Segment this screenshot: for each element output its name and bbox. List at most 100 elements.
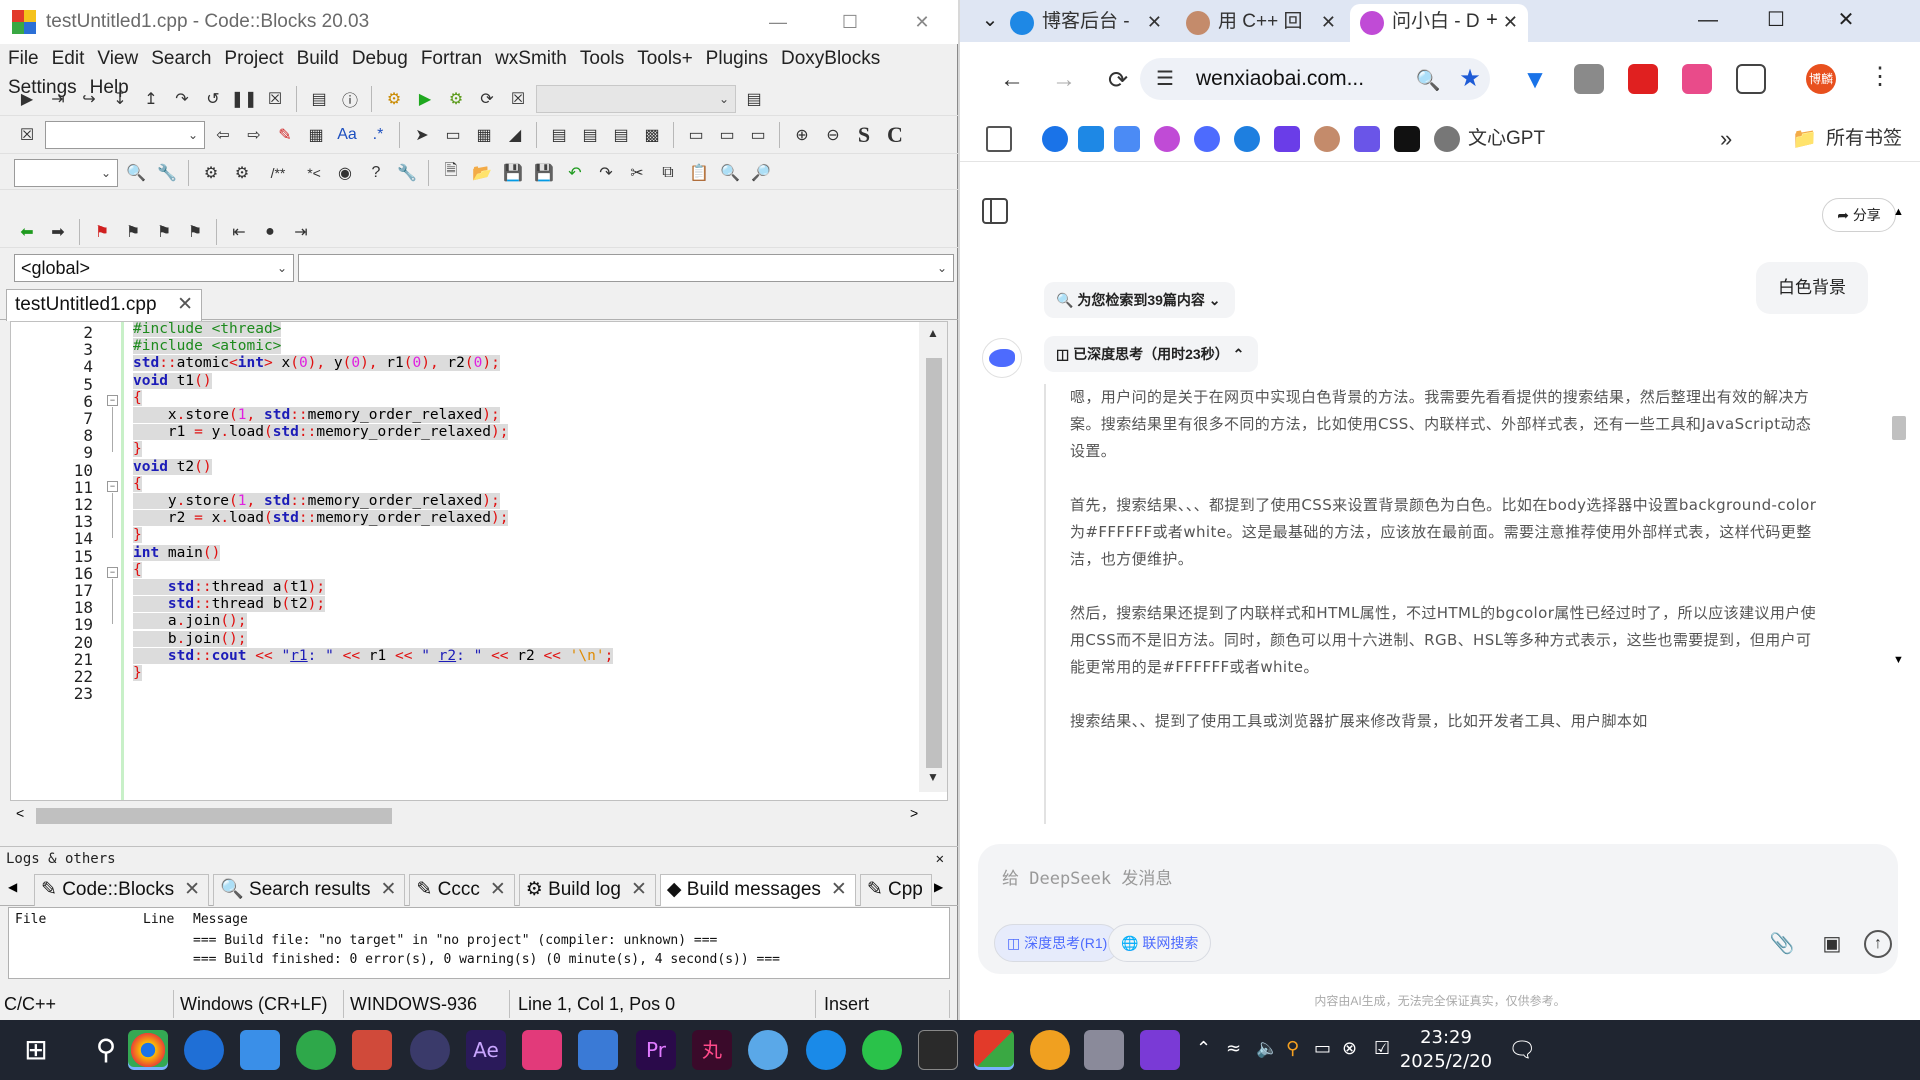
extension-grid-icon[interactable]: [1574, 64, 1604, 94]
extension-youtube-icon[interactable]: [1628, 64, 1658, 94]
code-line[interactable]: std::atomic<int> x(0), y(0), r1(0), r2(0…: [133, 355, 500, 372]
menu-file[interactable]: File: [8, 44, 39, 73]
step-into-icon[interactable]: ↧: [107, 86, 133, 112]
deep-think-pill[interactable]: ◫ 已深度思考（用时23秒） ⌃: [1044, 336, 1259, 372]
comment-line-icon[interactable]: *<: [301, 160, 327, 186]
profile-avatar[interactable]: 博麟: [1806, 64, 1836, 94]
editor-vertical-scrollbar[interactable]: ▲ ▼: [919, 322, 947, 792]
minimize-button[interactable]: —: [742, 0, 814, 44]
scroll-thumb[interactable]: [926, 358, 942, 768]
jump-forward-icon[interactable]: ➡: [45, 219, 71, 245]
stop-debug-icon[interactable]: ☒: [262, 86, 288, 112]
undo-icon[interactable]: ↶: [562, 160, 588, 186]
chat-scroll-down-icon[interactable]: ▼: [1893, 654, 1904, 666]
paste-icon[interactable]: 📋: [686, 160, 712, 186]
open-folder-icon[interactable]: 📂: [469, 160, 495, 186]
extension-camera-icon[interactable]: [1682, 64, 1712, 94]
run-to-cursor-icon[interactable]: ⇥: [45, 86, 71, 112]
bookmark-d-icon[interactable]: [1274, 126, 1300, 152]
bookmark-toggle-icon[interactable]: ⚑: [89, 219, 115, 245]
code-line[interactable]: std::thread b(t2);: [133, 596, 326, 613]
code-line[interactable]: void t1(): [133, 372, 212, 390]
code-line[interactable]: #include <atomic>: [133, 338, 282, 355]
code-line[interactable]: int main(): [133, 544, 221, 562]
code-area[interactable]: #include <thread> #include <atomic> std::a…: [125, 322, 911, 800]
intellij-icon[interactable]: [522, 1030, 562, 1070]
pause-icon[interactable]: ❚❚: [231, 86, 258, 112]
bookmark-translate-icon[interactable]: [1078, 126, 1104, 152]
code-line[interactable]: #include <thread>: [133, 322, 282, 338]
scroll-left-icon[interactable]: <: [16, 805, 24, 821]
shape-3-icon[interactable]: ▭: [745, 122, 771, 148]
code-line[interactable]: x.store(1, std::memory_order_relaxed);: [133, 407, 500, 424]
forward-icon[interactable]: →: [1046, 66, 1082, 94]
hscroll-thumb[interactable]: [36, 808, 392, 824]
bookmark-avatar-icon[interactable]: [1314, 126, 1340, 152]
logs-tab-scroll-left-icon[interactable]: ◀: [8, 880, 17, 894]
menu-debug[interactable]: Debug: [352, 44, 408, 73]
code-editor[interactable]: 2 3 4 5 6 7 8 9 10 11 12 13 14 15 16 17 18 19 20 21 22 23− − − …: [10, 321, 948, 801]
code-line[interactable]: r2 = x.load(std::memory_order_relaxed);: [133, 510, 509, 527]
build-gear-icon[interactable]: ⚙: [381, 86, 407, 112]
log-tab-build-messages[interactable]: ◆ Build messages ✕: [659, 874, 856, 906]
app-orange-icon[interactable]: [1030, 1030, 1070, 1070]
c-tool-icon[interactable]: C: [882, 122, 908, 148]
find-icon[interactable]: 🔍: [123, 160, 149, 186]
menu-build[interactable]: Build: [297, 44, 339, 73]
log-tab-close-icon[interactable]: ✕: [380, 879, 396, 900]
python-icon[interactable]: [578, 1030, 618, 1070]
bookmark-prev-icon[interactable]: ⚑: [120, 219, 146, 245]
cloud-icon[interactable]: [748, 1030, 788, 1070]
bookmark-wenxingpt[interactable]: 文心GPT: [1468, 126, 1545, 152]
step-instruction-icon[interactable]: ↺: [200, 86, 226, 112]
code-completion-combo[interactable]: ⌄: [45, 120, 205, 149]
globe-icon[interactable]: [1434, 126, 1460, 152]
message-composer[interactable]: 给 DeepSeek 发消息 ◫ 深度思考(R1) 🌐 联网搜索 📎 ▣ ↑: [978, 844, 1898, 974]
logs-close-icon[interactable]: ✕: [936, 847, 944, 871]
editor-tab-file[interactable]: testUntitled1.cpp ✕: [6, 289, 202, 321]
bookmark-wenxiaobai-icon[interactable]: [1154, 126, 1180, 152]
bookmark-search-icon[interactable]: [1042, 126, 1068, 152]
message-input[interactable]: 给 DeepSeek 发消息: [1002, 864, 1172, 889]
search-icon[interactable]: ⚲: [86, 1030, 126, 1070]
log-tab-code-blocks[interactable]: ✎ Code::Blocks ✕: [34, 874, 210, 906]
tab-close-icon[interactable]: ✕: [1321, 4, 1336, 40]
code-line[interactable]: void t2(): [133, 458, 212, 476]
after-effects-icon[interactable]: Ae: [466, 1030, 506, 1070]
bookmark-cube-icon[interactable]: [1354, 126, 1380, 152]
send-icon[interactable]: ↑: [1864, 930, 1892, 958]
extensions-puzzle-icon[interactable]: [1736, 64, 1766, 94]
layout-4-icon[interactable]: ▩: [639, 122, 665, 148]
step-out-icon[interactable]: ↥: [138, 86, 164, 112]
shape-1-icon[interactable]: ▭: [683, 122, 709, 148]
scroll-up-icon[interactable]: ▲: [919, 326, 947, 340]
share-button[interactable]: ➦ 分享: [1822, 198, 1896, 232]
close-button[interactable]: ✕: [886, 0, 958, 44]
target-list-icon[interactable]: ▤: [741, 86, 767, 112]
new-tab-icon[interactable]: +: [1462, 0, 1522, 40]
scroll-right-icon[interactable]: >: [910, 805, 918, 821]
grid-tool-icon[interactable]: ▦: [471, 122, 497, 148]
layout-1-icon[interactable]: ▤: [546, 122, 572, 148]
zoom-icon[interactable]: 🔍: [1410, 68, 1446, 93]
browser-tab[interactable]: 博客后台 - ✕: [1000, 4, 1172, 42]
chrome-menu-icon[interactable]: ⋮: [1862, 62, 1898, 91]
function-combo[interactable]: ⌄: [298, 254, 954, 282]
code-line[interactable]: b.join();: [133, 630, 247, 648]
log-tab-search-results[interactable]: 🔍 Search results ✕: [213, 874, 406, 906]
minimize-button[interactable]: —: [1678, 0, 1738, 40]
code-line[interactable]: {: [133, 389, 142, 407]
app-globe-icon[interactable]: [296, 1030, 336, 1070]
wechat-icon[interactable]: [862, 1030, 902, 1070]
next-line-icon[interactable]: ↪: [76, 86, 102, 112]
debug-info-icon[interactable]: ⓘ: [337, 86, 363, 112]
code-line[interactable]: std::cout << "r1: " << r1 << " r2: " << …: [133, 647, 614, 665]
cut-icon[interactable]: ✂: [624, 160, 650, 186]
premiere-icon[interactable]: Pr: [636, 1030, 676, 1070]
regex-icon[interactable]: .*: [365, 122, 391, 148]
search-results-pill[interactable]: 🔍 为您检索到39篇内容 ⌄: [1044, 282, 1235, 318]
app-red-icon[interactable]: [352, 1030, 392, 1070]
notifications-icon[interactable]: 🗨: [1508, 1038, 1536, 1063]
replace-icon[interactable]: 🔎: [748, 160, 774, 186]
menu-plugins[interactable]: Plugins: [706, 44, 768, 73]
